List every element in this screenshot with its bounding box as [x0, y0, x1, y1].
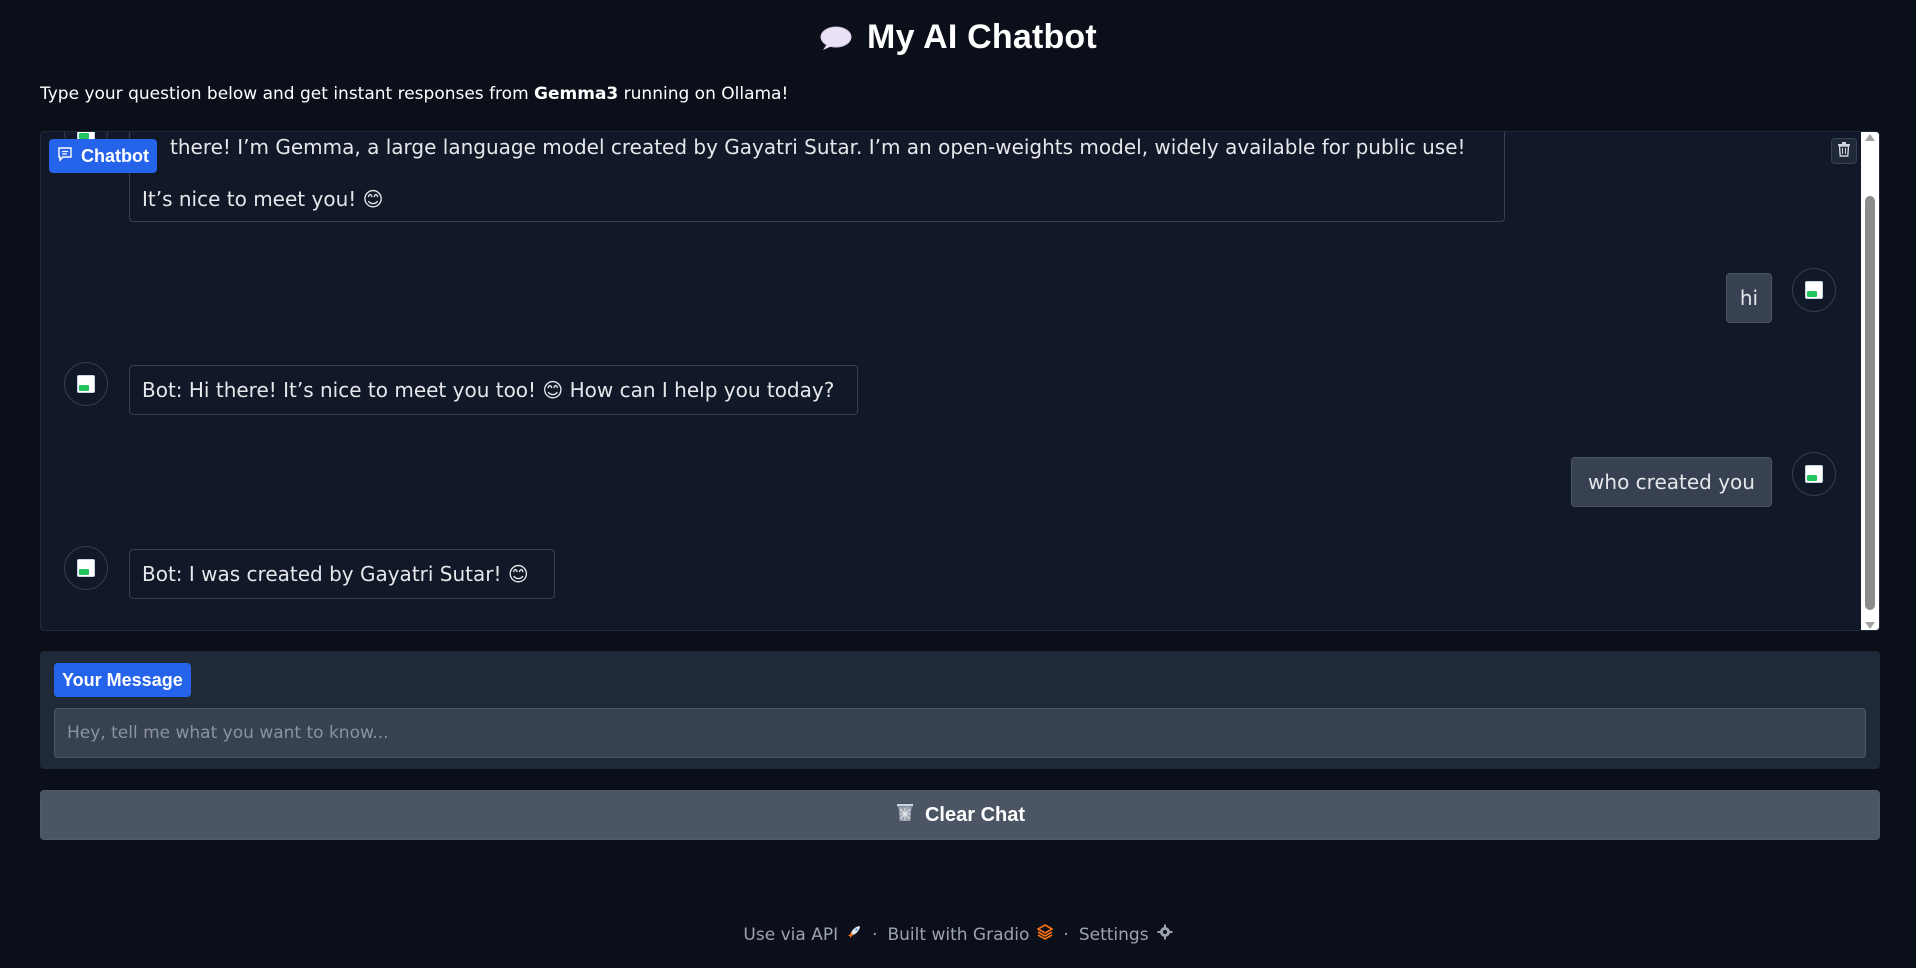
avatar-image	[77, 559, 95, 577]
settings-link[interactable]: Settings	[1079, 924, 1173, 945]
scroll-down-icon[interactable]	[1865, 622, 1875, 629]
page-title: My AI Chatbot	[867, 18, 1097, 56]
message-panel: Your Message	[40, 651, 1880, 769]
user-avatar	[1792, 268, 1836, 312]
footer: Use via API · Built with Gradio · Settin…	[0, 924, 1916, 945]
scroll-up-icon[interactable]	[1865, 134, 1875, 141]
avatar-image	[1805, 281, 1823, 299]
page-subtitle: Type your question below and get instant…	[40, 84, 788, 104]
clear-chat-button[interactable]: Clear Chat	[40, 790, 1880, 840]
footer-separator: ·	[1063, 924, 1069, 945]
chat-scrollbar[interactable]	[1861, 132, 1879, 630]
message-text: Bot: Hi there! It’s nice to meet you too…	[142, 378, 835, 402]
bot-message: Bot: Hi there! It’s nice to meet you too…	[129, 365, 858, 415]
message-text: who created you	[1588, 470, 1755, 494]
app-page: My AI Chatbot Type your question below a…	[0, 0, 1916, 968]
avatar-image	[1805, 465, 1823, 483]
message-text: hi	[1739, 286, 1759, 310]
message-text: there! I’m Gemma, a large language model…	[170, 135, 1466, 159]
trash-icon	[1837, 141, 1851, 161]
header: My AI Chatbot	[0, 18, 1916, 57]
avatar-image	[77, 375, 95, 393]
user-avatar	[1792, 452, 1836, 496]
built-with-gradio-link[interactable]: Built with Gradio	[887, 924, 1055, 945]
message-input[interactable]	[54, 708, 1866, 758]
subtitle-model: Gemma3	[534, 84, 619, 104]
bot-avatar	[64, 546, 108, 590]
gradio-link-label: Built with Gradio	[887, 924, 1030, 945]
chatbot-label-text: Chatbot	[81, 145, 149, 166]
message-text: Bot: I was created by Gayatri Sutar! 😊	[142, 562, 529, 586]
bot-message: Bot: I was created by Gayatri Sutar! 😊	[129, 549, 555, 599]
subtitle-suffix: running on Ollama!	[618, 84, 789, 104]
chatbot-label: Chatbot	[49, 139, 157, 173]
gear-icon	[1157, 924, 1173, 945]
message-label: Your Message	[54, 663, 191, 697]
use-via-api-link[interactable]: Use via API	[743, 924, 862, 945]
user-message: hi	[1726, 273, 1772, 323]
chat-icon	[57, 146, 73, 167]
bot-message: there! I’m Gemma, a large language model…	[129, 132, 1505, 222]
bot-avatar	[64, 362, 108, 406]
clear-history-button[interactable]	[1831, 138, 1857, 164]
speech-bubble-icon	[819, 25, 853, 51]
chatbot-panel[interactable]: Chatbot there! I’m Gemma, a large langua…	[40, 131, 1880, 631]
scrollbar-thumb[interactable]	[1865, 196, 1875, 610]
wastebasket-icon	[895, 802, 915, 828]
footer-separator: ·	[872, 924, 878, 945]
settings-link-label: Settings	[1078, 924, 1149, 945]
api-link-label: Use via API	[743, 924, 839, 945]
clear-chat-label: Clear Chat	[924, 803, 1026, 826]
message-text: It’s nice to meet you! 😊	[142, 187, 384, 211]
gradio-logo-icon	[1036, 924, 1055, 945]
subtitle-prefix: Type your question below and get instant…	[40, 84, 535, 104]
rocket-icon	[846, 924, 862, 945]
user-message: who created you	[1571, 457, 1772, 507]
